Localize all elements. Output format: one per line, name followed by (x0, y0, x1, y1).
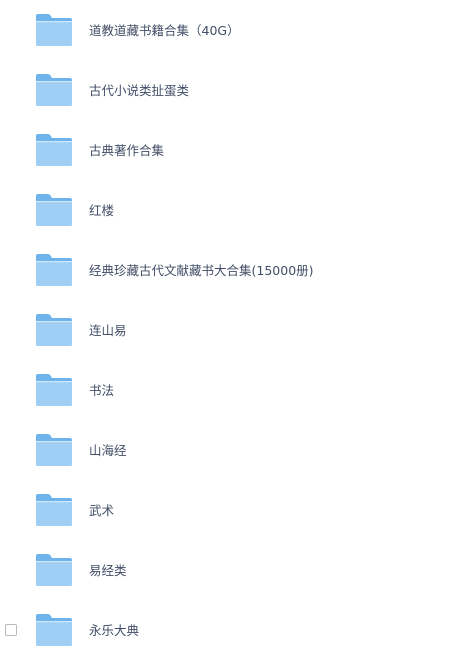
folder-icon (35, 193, 73, 227)
folder-name[interactable]: 书法 (89, 363, 114, 419)
folder-row[interactable]: 易经类 (0, 543, 463, 599)
folder-name[interactable]: 连山易 (89, 303, 127, 359)
folder-row[interactable]: 经典珍藏古代文献藏书大合集(15000册) (0, 243, 463, 299)
folder-row[interactable]: 永乐大典 (0, 603, 463, 659)
folder-name[interactable]: 山海经 (89, 423, 127, 479)
folder-row[interactable]: 古典著作合集 (0, 123, 463, 179)
folder-row[interactable]: 书法 (0, 363, 463, 419)
folder-row[interactable]: 武术 (0, 483, 463, 539)
folder-icon (35, 553, 73, 587)
folder-icon (35, 613, 73, 647)
folder-name[interactable]: 古典著作合集 (89, 123, 164, 179)
folder-icon (35, 493, 73, 527)
folder-icon (35, 313, 73, 347)
folder-icon (35, 373, 73, 407)
folder-name[interactable]: 武术 (89, 483, 114, 539)
folder-name[interactable]: 易经类 (89, 543, 127, 599)
folder-row[interactable]: 古代小说类扯蛋类 (0, 63, 463, 119)
folder-row[interactable]: 连山易 (0, 303, 463, 359)
folder-name[interactable]: 红楼 (89, 183, 114, 239)
folder-icon (35, 253, 73, 287)
folder-name[interactable]: 经典珍藏古代文献藏书大合集(15000册) (89, 243, 314, 299)
folder-icon (35, 73, 73, 107)
folder-icon (35, 13, 73, 47)
row-checkbox[interactable] (5, 624, 17, 636)
file-list: 道教道藏书籍合集（40G） 古代小说类扯蛋类 古典著作合集 红楼 经典珍藏古代文… (0, 0, 463, 665)
folder-row[interactable]: 山海经 (0, 423, 463, 479)
folder-row[interactable]: 红楼 (0, 183, 463, 239)
folder-name[interactable]: 古代小说类扯蛋类 (89, 63, 189, 119)
folder-icon (35, 133, 73, 167)
folder-icon (35, 433, 73, 467)
folder-name[interactable]: 永乐大典 (89, 603, 139, 659)
folder-row[interactable]: 道教道藏书籍合集（40G） (0, 3, 463, 59)
folder-name[interactable]: 道教道藏书籍合集（40G） (89, 3, 240, 59)
